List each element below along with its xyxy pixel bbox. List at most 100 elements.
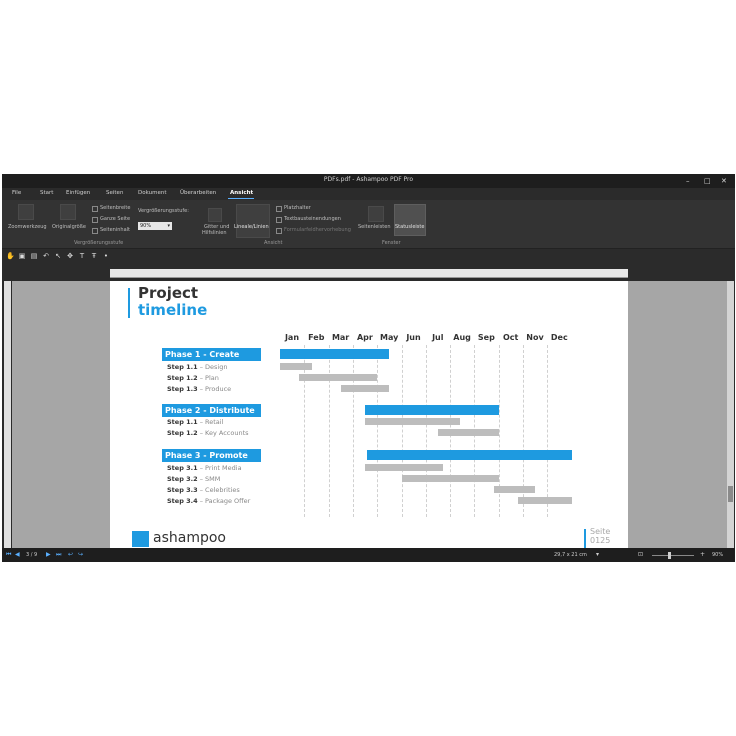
phase-bar <box>280 349 390 359</box>
month-header: Jan <box>284 333 300 342</box>
step-separator: – <box>197 374 206 382</box>
scrollbar-thumb[interactable] <box>728 486 733 502</box>
original-size-button[interactable]: Originalgröße <box>52 224 86 230</box>
menu-seiten[interactable]: Seiten <box>106 190 123 196</box>
zoom-slider[interactable] <box>652 555 694 556</box>
sidebars-button[interactable]: Seitenleisten <box>358 224 391 230</box>
step-separator: – <box>197 418 206 426</box>
whole-page-icon <box>92 217 98 223</box>
close-button[interactable]: ✕ <box>721 176 727 186</box>
whole-page-button[interactable]: Ganze Seite <box>100 216 130 222</box>
page-width-button[interactable]: Seitenbreite <box>100 205 130 211</box>
page-content-button[interactable]: Seiteninhalt <box>100 227 130 233</box>
zoom-readout: 90% <box>712 552 724 558</box>
placeholder-toggle[interactable]: Platzhalter <box>284 205 311 211</box>
statusbar-button[interactable]: Statusleiste <box>395 224 424 230</box>
statusbar-button-box[interactable] <box>394 204 426 236</box>
page-label: Seite <box>590 527 611 536</box>
menu-bar: File Start Einfügen Seiten Dokument Über… <box>2 188 735 200</box>
menu-file[interactable]: File <box>12 190 21 196</box>
page-width-icon <box>92 206 98 212</box>
step-name: Produce <box>205 385 232 393</box>
step-number: Step 1.3 <box>167 385 198 393</box>
pin-icon[interactable]: • <box>102 252 110 260</box>
form-fields-toggle[interactable]: Formularfeldhervorhebung <box>284 227 351 233</box>
month-header: Jun <box>406 333 421 342</box>
step-bar <box>518 497 572 504</box>
rulers-button[interactable]: Lineale/Linien <box>234 224 269 230</box>
zoom-tool-button[interactable]: Zoomwerkzeug <box>8 224 47 230</box>
text-blocks-toggle[interactable]: Textbausteinendungen <box>284 216 341 222</box>
month-gridline <box>352 345 354 517</box>
month-header: Nov <box>526 333 544 342</box>
month-gridline <box>304 345 306 517</box>
ribbon: Zoomwerkzeug Originalgröße Seitenbreite … <box>2 200 735 249</box>
horizontal-ruler <box>110 269 628 278</box>
restore-button[interactable]: □ <box>704 176 711 186</box>
guides-button[interactable]: Hilfslinien <box>202 230 227 236</box>
month-header: Dec <box>550 333 568 342</box>
last-page-icon[interactable]: ⏭ <box>56 551 61 558</box>
print-icon[interactable]: ▤ <box>30 252 38 260</box>
page-number-value: 0125 <box>590 536 611 545</box>
next-page-icon[interactable]: ▶ <box>46 551 51 558</box>
back-icon[interactable]: ↩ <box>68 551 73 558</box>
zoom-level-value: 90% <box>140 223 152 229</box>
document-page: Project timeline Jan Feb Mar Apr May Jun Jul Au… <box>110 281 628 548</box>
minimize-button[interactable]: – <box>686 176 690 186</box>
step-separator: – <box>197 497 206 505</box>
zoom-tool-icon[interactable] <box>18 204 34 220</box>
select-icon[interactable]: ↖ <box>54 252 62 260</box>
save-icon[interactable]: ▣ <box>18 252 26 260</box>
hand-icon[interactable]: ✋ <box>6 252 15 260</box>
page-number: Seite 0125 <box>590 527 610 545</box>
month-header: Sep <box>477 333 495 342</box>
step-separator: – <box>197 363 206 371</box>
zoom-level-select[interactable]: 90% ▾ <box>138 222 172 230</box>
step-separator: – <box>197 486 206 494</box>
menu-start[interactable]: Start <box>40 190 53 196</box>
sidebars-icon[interactable] <box>368 206 384 222</box>
step-name: Plan <box>205 374 219 382</box>
phase-bar <box>367 450 572 460</box>
menu-ansicht[interactable]: Ansicht <box>230 190 253 196</box>
group-fenster-label: Fenster <box>382 240 401 246</box>
step-name: Design <box>205 363 228 371</box>
text-edit-icon[interactable]: Ŧ <box>90 252 98 260</box>
zoom-in-icon[interactable]: + <box>700 551 705 558</box>
step-name: Print Media <box>205 464 242 472</box>
step-separator: – <box>197 475 206 483</box>
step-name: Celebrities <box>205 486 240 494</box>
app-window: PDFs.pdf - Ashampoo PDF Pro – □ ✕ File S… <box>2 174 735 562</box>
menu-dokument[interactable]: Dokument <box>138 190 167 196</box>
forward-icon[interactable]: ↪ <box>78 551 83 558</box>
menu-ueberarbeiten[interactable]: Überarbeiten <box>180 190 216 196</box>
vertical-scrollbar[interactable] <box>727 281 734 548</box>
step-bar <box>340 385 390 392</box>
page-size-dropdown-icon[interactable]: ▾ <box>596 551 599 558</box>
grid-icon[interactable] <box>208 208 222 222</box>
step-label: Step 1.3 – Produce <box>167 385 231 393</box>
page-number-accent <box>584 529 586 548</box>
text-icon[interactable]: T <box>78 252 86 260</box>
first-page-icon[interactable]: ⏮ <box>6 551 11 558</box>
placeholder-icon <box>276 206 282 212</box>
fit-icon[interactable]: ⊡ <box>638 551 643 558</box>
pan-icon[interactable]: ✥ <box>66 252 74 260</box>
menu-einfuegen[interactable]: Einfügen <box>66 190 90 196</box>
document-subtitle: timeline <box>138 301 208 319</box>
step-separator: – <box>197 385 206 393</box>
prev-page-icon[interactable]: ◀ <box>15 551 20 558</box>
phase-bar <box>365 405 499 415</box>
step-name: SMM <box>205 475 221 483</box>
month-header: Mar <box>331 333 350 342</box>
rulers-button-box[interactable] <box>236 204 270 238</box>
document-title: Project <box>138 284 199 302</box>
group-zoom-label: Vergrößerungsstufe <box>74 240 124 246</box>
step-number: Step 1.2 <box>167 374 198 382</box>
step-number: Step 3.2 <box>167 475 198 483</box>
undo-icon[interactable]: ↶ <box>42 252 50 260</box>
page-size: 29,7 x 21 cm <box>554 552 587 558</box>
zoom-slider-thumb[interactable] <box>668 552 671 559</box>
original-size-icon[interactable] <box>60 204 76 220</box>
